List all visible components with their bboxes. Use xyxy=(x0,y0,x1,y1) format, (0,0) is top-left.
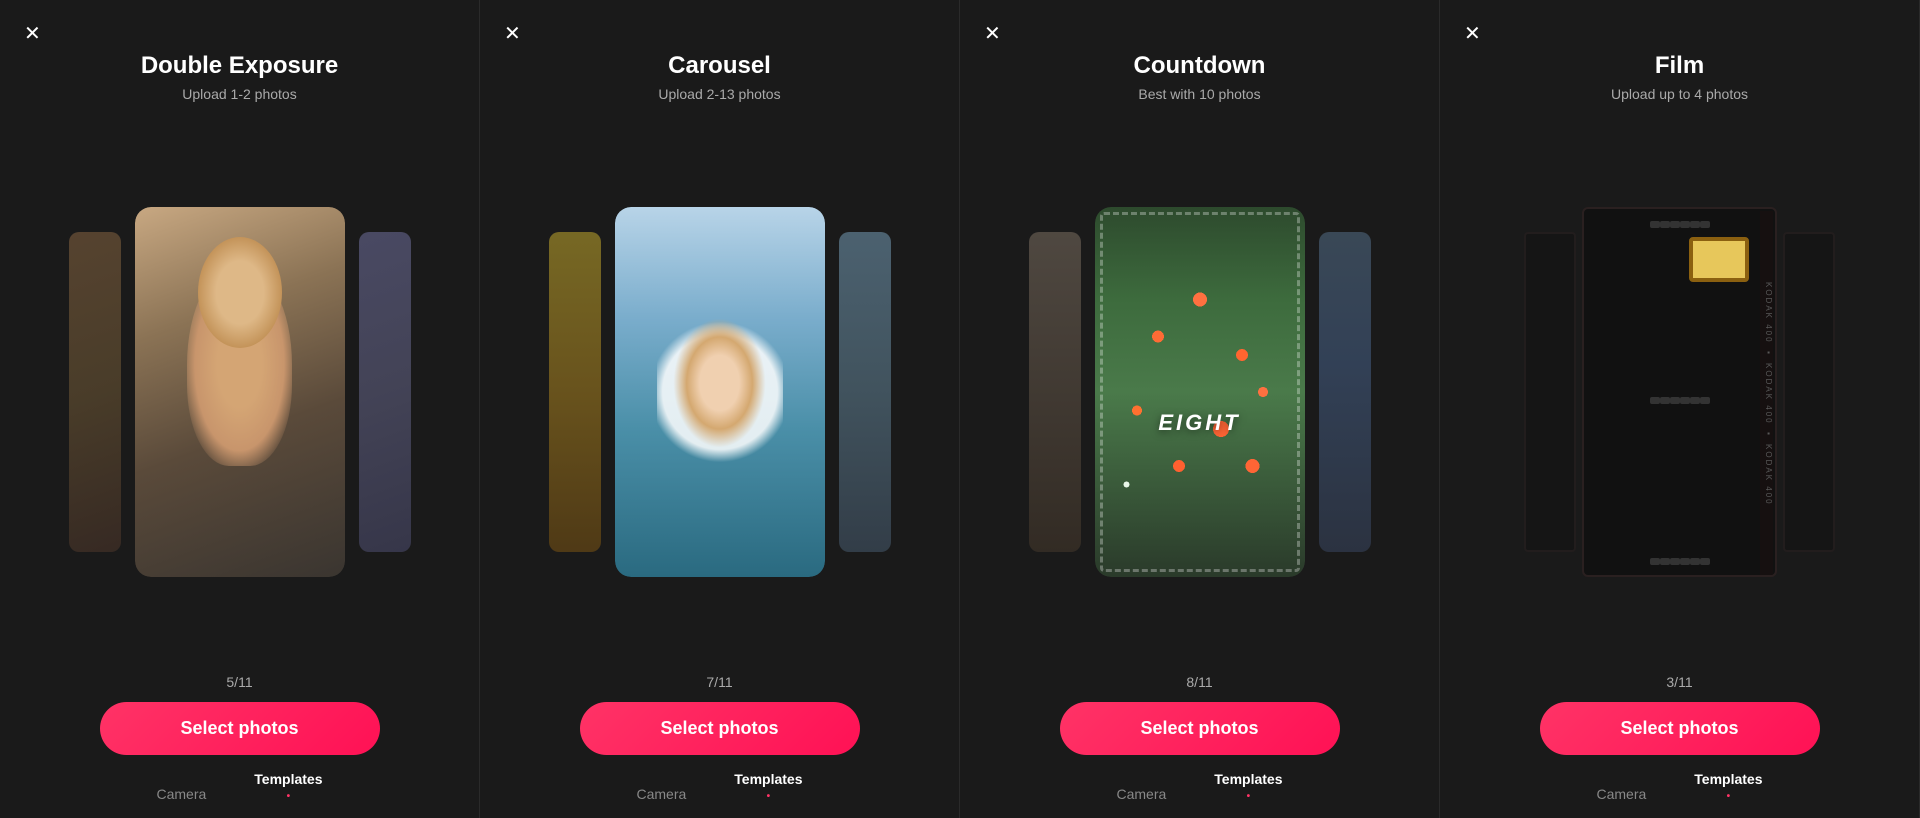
preview-side-left xyxy=(549,232,601,552)
preview-area: KODAK 400 ▪ KODAK 400 ▪ KODAK 400 xyxy=(1440,118,1919,666)
preview-main xyxy=(615,207,825,577)
panel-title: Film xyxy=(1655,52,1704,80)
close-button[interactable]: ✕ xyxy=(984,24,1001,44)
preview-area xyxy=(0,118,479,666)
tab-camera[interactable]: Camera xyxy=(636,786,686,802)
bottom-nav: Camera Templates xyxy=(1116,771,1282,818)
panel-title: Carousel xyxy=(668,52,771,80)
bottom-nav: Camera Templates xyxy=(1596,771,1762,818)
bottom-nav: Camera Templates xyxy=(156,771,322,818)
preview-side-right xyxy=(839,232,891,552)
preview-area xyxy=(480,118,959,666)
preview-main xyxy=(1095,207,1305,577)
panel-subtitle: Upload 2-13 photos xyxy=(658,86,780,102)
film-sprocket xyxy=(1670,558,1680,565)
counter: 7/11 xyxy=(706,674,732,690)
film-sprocket xyxy=(1690,558,1700,565)
film-sprocket xyxy=(1690,397,1700,404)
tab-camera[interactable]: Camera xyxy=(1116,786,1166,802)
panel-subtitle: Upload 1-2 photos xyxy=(182,86,296,102)
panel-subtitle: Best with 10 photos xyxy=(1138,86,1260,102)
counter: 5/11 xyxy=(226,674,252,690)
film-sprocket xyxy=(1700,558,1710,565)
tab-templates[interactable]: Templates xyxy=(734,771,802,802)
bottom-nav: Camera Templates xyxy=(636,771,802,818)
panel-title: Double Exposure xyxy=(141,52,338,80)
film-sprocket xyxy=(1660,397,1670,404)
film-sprocket xyxy=(1690,221,1700,228)
preview-side-right xyxy=(359,232,411,552)
select-photos-button[interactable]: Select photos xyxy=(100,702,380,755)
close-icon: ✕ xyxy=(24,23,41,45)
tab-camera[interactable]: Camera xyxy=(156,786,206,802)
preview-side-left xyxy=(1524,232,1576,552)
tab-camera[interactable]: Camera xyxy=(1596,786,1646,802)
close-button[interactable]: ✕ xyxy=(504,24,521,44)
panel-title: Countdown xyxy=(1134,52,1266,80)
film-sprocket xyxy=(1680,397,1690,404)
panel-countdown: ✕ Countdown Best with 10 photos 8/11 Sel… xyxy=(960,0,1440,818)
preview-side-left xyxy=(69,232,121,552)
select-photos-button[interactable]: Select photos xyxy=(1060,702,1340,755)
preview-side-left xyxy=(1029,232,1081,552)
panel-film: ✕ Film Upload up to 4 photos xyxy=(1440,0,1920,818)
close-icon: ✕ xyxy=(1464,23,1481,45)
preview-side-right xyxy=(1319,232,1371,552)
preview-area xyxy=(960,118,1439,666)
film-sprocket xyxy=(1650,558,1660,565)
preview-side-right xyxy=(1783,232,1835,552)
panel-carousel: ✕ Carousel Upload 2-13 photos 7/11 Selec… xyxy=(480,0,960,818)
film-sprocket xyxy=(1700,221,1710,228)
preview-main-film: KODAK 400 ▪ KODAK 400 ▪ KODAK 400 xyxy=(1582,207,1777,577)
close-button[interactable]: ✕ xyxy=(24,24,41,44)
film-sprocket xyxy=(1680,558,1690,565)
film-sprocket xyxy=(1660,558,1670,565)
film-sprocket xyxy=(1670,397,1680,404)
tab-templates[interactable]: Templates xyxy=(254,771,322,802)
panel-double-exposure: ✕ Double Exposure Upload 1-2 photos 5/11… xyxy=(0,0,480,818)
close-icon: ✕ xyxy=(984,23,1001,45)
preview-main xyxy=(135,207,345,577)
select-photos-button[interactable]: Select photos xyxy=(580,702,860,755)
tab-templates[interactable]: Templates xyxy=(1694,771,1762,802)
counter: 3/11 xyxy=(1666,674,1692,690)
film-sprocket xyxy=(1670,221,1680,228)
film-sprocket xyxy=(1650,221,1660,228)
select-photos-button[interactable]: Select photos xyxy=(1540,702,1820,755)
film-sprocket xyxy=(1660,221,1670,228)
counter: 8/11 xyxy=(1186,674,1212,690)
film-sprocket xyxy=(1680,221,1690,228)
panel-subtitle: Upload up to 4 photos xyxy=(1611,86,1748,102)
tab-templates[interactable]: Templates xyxy=(1214,771,1282,802)
close-button[interactable]: ✕ xyxy=(1464,24,1481,44)
film-sprocket xyxy=(1700,397,1710,404)
close-icon: ✕ xyxy=(504,23,521,45)
film-sprocket xyxy=(1650,397,1660,404)
